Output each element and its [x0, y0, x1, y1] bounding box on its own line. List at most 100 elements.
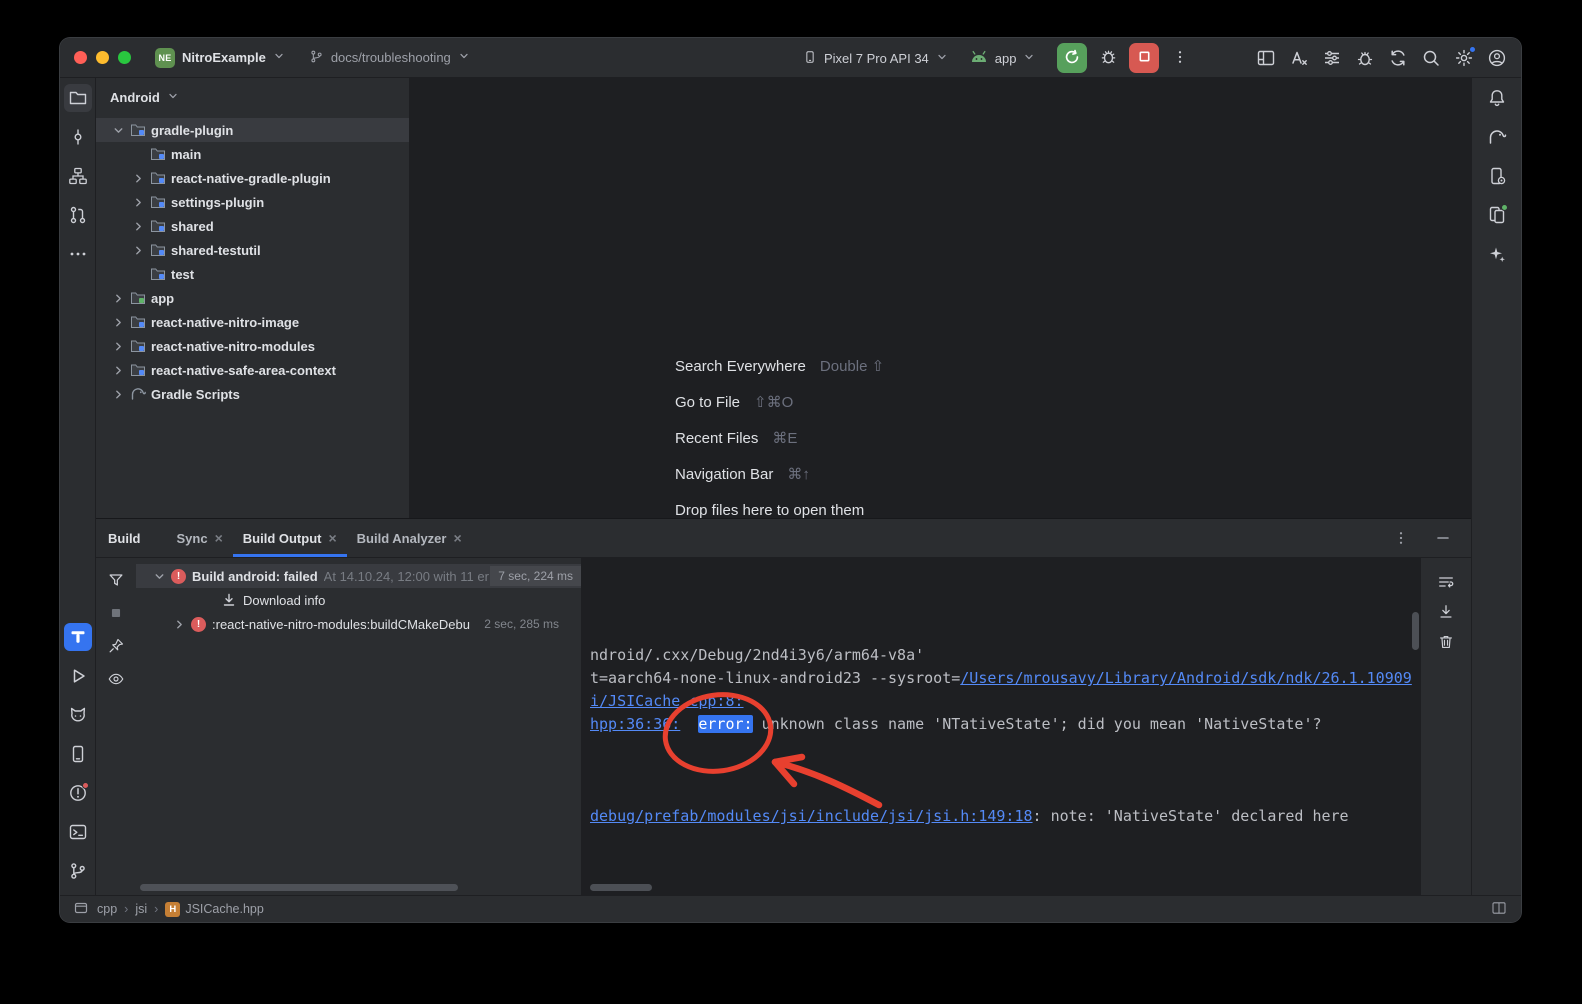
console-link[interactable]: i/JSICache.cpp:8:: [590, 692, 744, 710]
version-control-tool-button[interactable]: [64, 857, 92, 885]
console-vertical-scrollbar[interactable]: [1412, 612, 1419, 650]
stop-button[interactable]: [1129, 43, 1159, 73]
tree-toggle-icon[interactable]: [112, 364, 130, 377]
clear-icon[interactable]: [1434, 630, 1458, 654]
build-tree-row[interactable]: !Build android: failedAt 14.10.24, 12:00…: [136, 564, 581, 588]
project-tree-item-react-native-safe-area-context[interactable]: react-native-safe-area-context: [96, 358, 409, 382]
kebab-menu-icon: [1172, 49, 1188, 68]
more-tool-button[interactable]: [64, 240, 92, 268]
left-strip-top: [64, 84, 92, 268]
problems-tool-button[interactable]: [64, 779, 92, 807]
build-tool-button[interactable]: [64, 623, 92, 651]
tree-toggle-icon[interactable]: [132, 220, 150, 233]
project-tree-item-main[interactable]: main: [96, 142, 409, 166]
project-tree-item-test[interactable]: test: [96, 262, 409, 286]
run-config-selector[interactable]: app: [962, 46, 1044, 70]
project-tree-item-gradle-scripts[interactable]: Gradle Scripts: [96, 382, 409, 406]
project-tree-item-app[interactable]: app: [96, 286, 409, 310]
close-window-button[interactable]: [74, 51, 87, 64]
debug-button[interactable]: [1093, 43, 1123, 73]
project-tree-item-gradle-plugin[interactable]: gradle-plugin: [96, 118, 409, 142]
more-actions-button[interactable]: [1165, 43, 1195, 73]
project-tree-item-react-native-nitro-modules[interactable]: react-native-nitro-modules: [96, 334, 409, 358]
tree-toggle-icon[interactable]: [112, 388, 130, 401]
logcat-tool-button[interactable]: [64, 701, 92, 729]
project-tree-item-shared[interactable]: shared: [96, 214, 409, 238]
console-link[interactable]: /Users/mrousavy/Library/Android/sdk/ndk/…: [960, 669, 1412, 687]
minimize-window-button[interactable]: [96, 51, 109, 64]
hide-icon[interactable]: [1431, 526, 1455, 550]
tree-toggle-icon[interactable]: [132, 244, 150, 257]
editor-preview-icon[interactable]: [1491, 900, 1507, 919]
run-tool-button[interactable]: [64, 662, 92, 690]
gradle-sync-icon[interactable]: [1384, 44, 1412, 72]
settings-icon[interactable]: [1450, 44, 1478, 72]
vcs-branch-widget[interactable]: docs/troubleshooting: [301, 45, 478, 71]
device-manager-tool-button[interactable]: [1483, 162, 1511, 190]
gradle-tool-button[interactable]: [1483, 123, 1511, 151]
window-layout-icon[interactable]: [1252, 44, 1280, 72]
console-link[interactable]: debug/prefab/modules/jsi/include/jsi/jsi…: [590, 807, 1033, 825]
zoom-window-button[interactable]: [118, 51, 131, 64]
account-icon[interactable]: [1483, 44, 1511, 72]
terminal-tool-button[interactable]: [64, 818, 92, 846]
inspect-icon[interactable]: [104, 667, 128, 691]
project-tree-item-shared-testutil[interactable]: shared-testutil: [96, 238, 409, 262]
tab-build-output[interactable]: Build Output×: [233, 519, 347, 557]
console-horizontal-scrollbar[interactable]: [590, 884, 652, 891]
breadcrumb-item[interactable]: jsi: [135, 902, 147, 916]
commit-tool-button[interactable]: [64, 123, 92, 151]
project-panel: Android gradle-pluginmain react-native-gr…: [96, 78, 410, 518]
soft-wrap-icon[interactable]: [1434, 570, 1458, 594]
project-tool-button[interactable]: [64, 84, 92, 112]
project-tree-item-react-native-gradle-plugin[interactable]: react-native-gradle-plugin: [96, 166, 409, 190]
editor-area[interactable]: Search EverywhereDouble ⇧Go to File⇧⌘ORe…: [410, 78, 1471, 518]
pin-icon[interactable]: [104, 634, 128, 658]
close-tab-icon[interactable]: ×: [328, 531, 336, 545]
tree-toggle-icon[interactable]: [112, 316, 130, 329]
scroll-to-end-icon[interactable]: [1434, 600, 1458, 624]
tree-horizontal-scrollbar[interactable]: [140, 884, 458, 891]
device-explorer-tool-button[interactable]: [64, 740, 92, 768]
build-toolbar-right: [1421, 558, 1471, 895]
profiler-icon[interactable]: [1351, 44, 1379, 72]
more-v-icon[interactable]: [1389, 526, 1413, 550]
build-tree-row[interactable]: Download info: [136, 588, 581, 612]
tree-toggle-icon[interactable]: [153, 570, 171, 583]
search-everywhere-icon[interactable]: [1417, 44, 1445, 72]
breadcrumb-item[interactable]: HJSICache.hpp: [165, 902, 264, 917]
running-devices-tool-button[interactable]: [1483, 201, 1511, 229]
tree-toggle-icon[interactable]: [112, 340, 130, 353]
translate-icon[interactable]: [1285, 44, 1313, 72]
rerun-button[interactable]: [1057, 43, 1087, 73]
project-tree-item-settings-plugin[interactable]: settings-plugin: [96, 190, 409, 214]
project-tree-item-react-native-nitro-image[interactable]: react-native-nitro-image: [96, 310, 409, 334]
tab-sync[interactable]: Sync×: [167, 519, 233, 557]
display-options-icon[interactable]: [1318, 44, 1346, 72]
build-console[interactable]: ndroid/.cxx/Debug/2nd4i3y6/arm64-v8a't=a…: [581, 558, 1421, 895]
build-tree-row[interactable]: !:react-native-nitro-modules:buildCMakeD…: [136, 612, 581, 636]
stop-icon[interactable]: [104, 601, 128, 625]
tree-toggle-icon[interactable]: [132, 196, 150, 209]
close-tab-icon[interactable]: ×: [453, 531, 461, 545]
tree-toggle-icon[interactable]: [173, 618, 191, 631]
upper-row: Android gradle-pluginmain react-native-gr…: [96, 78, 1471, 518]
device-selector[interactable]: Pixel 7 Pro API 34: [795, 45, 956, 72]
build-row-duration: 7 sec, 224 ms: [490, 566, 581, 586]
tree-toggle-icon[interactable]: [112, 292, 130, 305]
project-widget[interactable]: NE NitroExample: [147, 44, 293, 72]
close-tab-icon[interactable]: ×: [215, 531, 223, 545]
breadcrumb-item[interactable]: cpp: [97, 902, 117, 916]
structure-tool-button[interactable]: [64, 162, 92, 190]
header-file-icon: H: [165, 902, 180, 917]
project-view-selector[interactable]: Android: [96, 78, 409, 116]
ai-assistant-tool-button[interactable]: [1483, 240, 1511, 268]
tree-item-label: react-native-gradle-plugin: [171, 171, 331, 186]
tab-build-analyzer[interactable]: Build Analyzer×: [347, 519, 472, 557]
tree-toggle-icon[interactable]: [112, 124, 130, 137]
console-link[interactable]: hpp:36:36:: [590, 715, 680, 733]
notifications-tool-button[interactable]: [1483, 84, 1511, 112]
tree-toggle-icon[interactable]: [132, 172, 150, 185]
pull-requests-tool-button[interactable]: [64, 201, 92, 229]
filter-icon[interactable]: [104, 568, 128, 592]
